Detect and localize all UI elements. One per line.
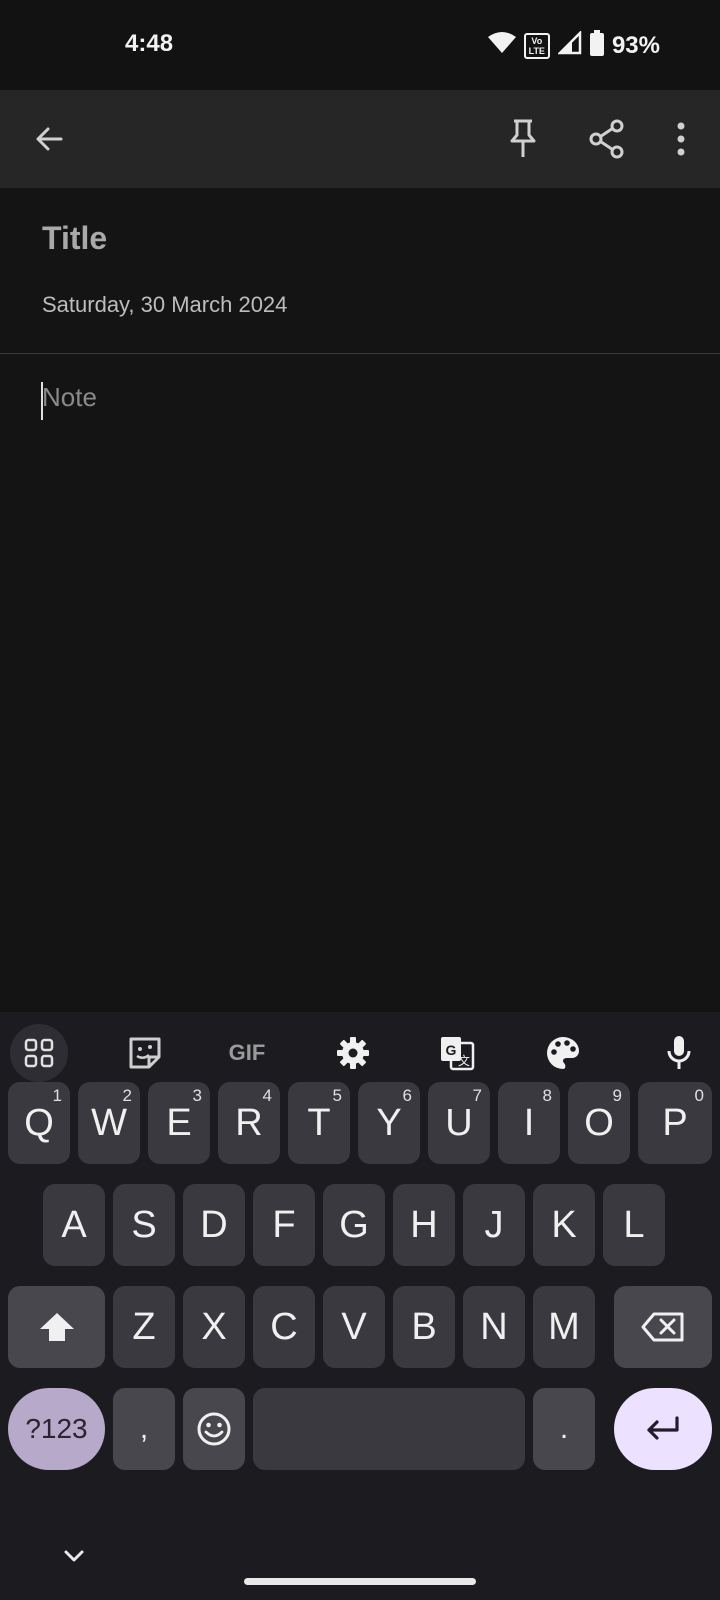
symbols-key[interactable]: ?123 — [8, 1388, 105, 1470]
key-w[interactable]: W2 — [78, 1082, 140, 1164]
pin-button[interactable] — [498, 114, 548, 164]
divider — [0, 353, 720, 354]
key-q[interactable]: Q1 — [8, 1082, 70, 1164]
apps-grid-button[interactable] — [10, 1024, 68, 1082]
key-r[interactable]: R4 — [218, 1082, 280, 1164]
wifi-icon — [487, 32, 516, 59]
keyboard-settings-button[interactable] — [324, 1024, 382, 1082]
enter-icon — [647, 1416, 679, 1440]
period-key[interactable]: . — [533, 1388, 595, 1470]
shift-key[interactable] — [8, 1286, 105, 1368]
battery-icon — [589, 30, 604, 61]
backspace-key[interactable] — [614, 1286, 712, 1368]
translate-icon: G 文 — [441, 1037, 475, 1071]
emoji-key[interactable] — [183, 1388, 245, 1470]
key-d[interactable]: D — [183, 1184, 245, 1266]
key-u[interactable]: U7 — [428, 1082, 490, 1164]
soft-keyboard: GIF G 文 Q 1 W 2 E 3 R 4 T 5 Y 6 U 7 I 8 … — [0, 1012, 720, 1600]
key-g[interactable]: G — [323, 1184, 385, 1266]
status-time: 4:48 — [125, 30, 174, 57]
key-p[interactable]: P0 — [638, 1082, 712, 1164]
note-body-field[interactable]: Note — [42, 382, 97, 413]
key-k[interactable]: K — [533, 1184, 595, 1266]
microphone-icon — [667, 1036, 691, 1069]
sticker-button[interactable] — [116, 1024, 174, 1082]
status-icons: Vo LTE 93% — [487, 29, 660, 61]
key-a[interactable]: A — [43, 1184, 105, 1266]
chevron-down-icon — [64, 1550, 84, 1562]
key-h[interactable]: H — [393, 1184, 455, 1266]
volte-icon: Vo LTE — [523, 32, 550, 59]
text-cursor — [41, 382, 43, 420]
key-j[interactable]: J — [463, 1184, 525, 1266]
share-icon — [589, 119, 624, 159]
arrow-left-icon — [36, 127, 63, 151]
back-button[interactable] — [24, 114, 74, 164]
gear-icon — [337, 1037, 369, 1069]
more-options-button[interactable] — [656, 114, 706, 164]
key-l[interactable]: L — [603, 1184, 665, 1266]
home-indicator[interactable] — [244, 1578, 476, 1585]
key-e[interactable]: E3 — [148, 1082, 210, 1164]
key-f[interactable]: F — [253, 1184, 315, 1266]
comma-key[interactable]: , — [113, 1388, 175, 1470]
status-bar: 4:48 Vo LTE 93% — [0, 0, 720, 90]
key-b[interactable]: B — [393, 1286, 455, 1368]
space-bar[interactable] — [253, 1388, 525, 1470]
enter-key[interactable] — [614, 1388, 712, 1470]
key-y[interactable]: Y6 — [358, 1082, 420, 1164]
key-c[interactable]: C — [253, 1286, 315, 1368]
signal-icon — [556, 29, 582, 60]
key-n[interactable]: N — [463, 1286, 525, 1368]
emoji-icon — [197, 1412, 231, 1446]
backspace-icon — [641, 1312, 684, 1342]
key-m[interactable]: M — [533, 1286, 595, 1368]
share-button[interactable] — [582, 114, 632, 164]
key-z[interactable]: Z — [113, 1286, 175, 1368]
keyboard-toolbar: GIF G 文 — [0, 1012, 720, 1092]
pin-icon — [510, 119, 536, 157]
title-field[interactable]: Title — [42, 220, 107, 257]
key-t[interactable]: T5 — [288, 1082, 350, 1164]
svg-text:G: G — [446, 1042, 457, 1058]
gif-button[interactable]: GIF — [218, 1024, 276, 1082]
grid-icon — [24, 1038, 54, 1068]
key-x[interactable]: X — [183, 1286, 245, 1368]
key-s[interactable]: S — [113, 1184, 175, 1266]
palette-icon — [547, 1037, 579, 1069]
battery-percent: 93% — [611, 31, 660, 59]
app-bar — [0, 90, 720, 188]
key-o[interactable]: O9 — [568, 1082, 630, 1164]
svg-text:文: 文 — [458, 1053, 470, 1068]
shift-icon — [39, 1313, 74, 1341]
translate-button[interactable]: G 文 — [428, 1024, 486, 1082]
note-date: Saturday, 30 March 2024 — [42, 292, 288, 317]
sticker-icon — [129, 1037, 161, 1069]
theme-button[interactable] — [534, 1024, 592, 1082]
hide-keyboard-button[interactable] — [62, 1548, 86, 1569]
key-v[interactable]: V — [323, 1286, 385, 1368]
voice-input-button[interactable] — [650, 1024, 708, 1082]
key-i[interactable]: I8 — [498, 1082, 560, 1164]
more-vert-icon — [677, 122, 685, 156]
